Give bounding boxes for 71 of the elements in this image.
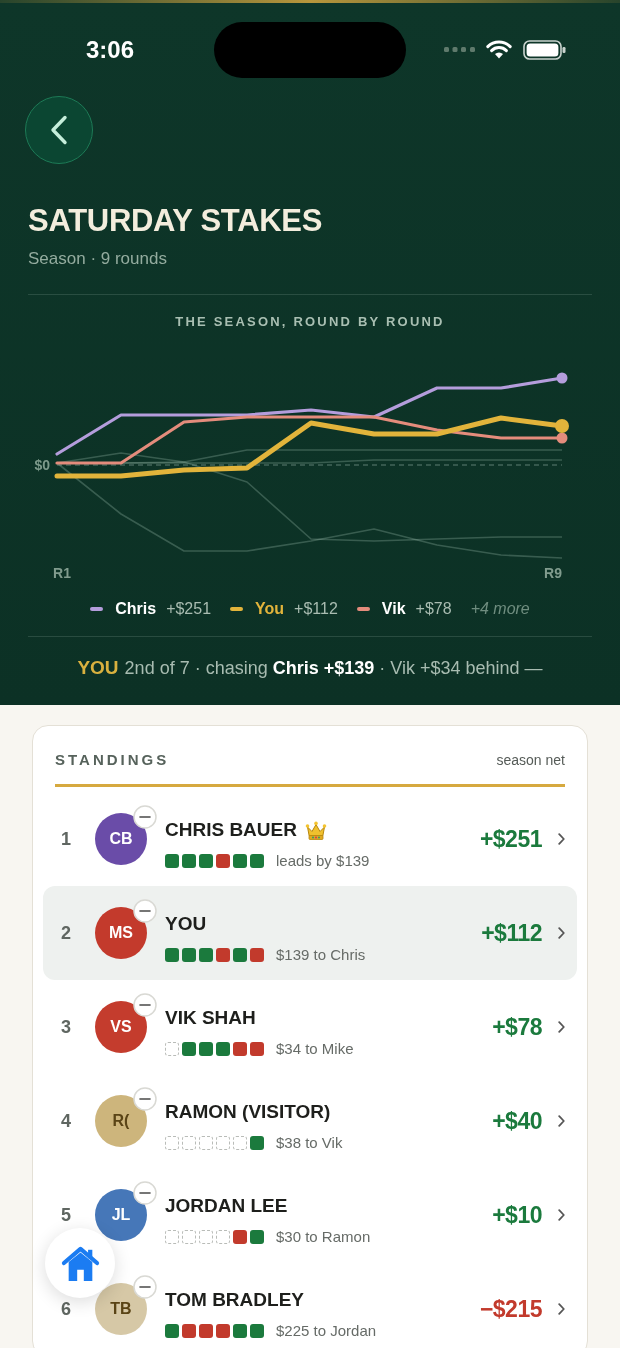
wifi-icon [486, 40, 512, 59]
round-label: R9 [544, 565, 562, 581]
minus-icon[interactable] [133, 1181, 157, 1205]
standings-row[interactable]: 2 MS YOU $139 to Chris +$112 [43, 886, 577, 980]
chart-title: THE SEASON, ROUND BY ROUND [175, 313, 445, 331]
zero-label: $0 [34, 457, 50, 473]
page-subtitle: Season · 9 rounds [28, 248, 167, 270]
minus-icon[interactable] [133, 1087, 157, 1111]
player-name: JORDAN LEE [165, 1194, 288, 1218]
avatar-initials: R( [112, 1112, 130, 1130]
net-amount: +$78 [492, 1013, 542, 1041]
player-note: $139 to Chris [276, 946, 366, 964]
summary-tag: YOU [77, 656, 119, 680]
chevron-right-icon [558, 927, 565, 939]
chevron-right-icon [558, 1021, 565, 1033]
status-time: 3:06 [86, 35, 135, 64]
avatar-initials: MS [109, 924, 133, 942]
net-amount: −$215 [479, 1295, 542, 1323]
legend-more: +4 more [470, 599, 530, 619]
rank-number: 6 [60, 1298, 72, 1320]
chevron-right-icon [558, 1303, 565, 1315]
standings-row[interactable]: 3 VS VIK SHAH $34 to Mike +$78 [43, 980, 577, 1074]
standings-row[interactable]: 4 R( RAMON (VISITOR) $38 to Vik +$40 [43, 1074, 577, 1168]
rank-number: 2 [60, 922, 72, 944]
avatar-initials: TB [110, 1300, 132, 1318]
avatar-initials: VS [110, 1018, 132, 1036]
standings-row[interactable]: 5 JL JORDAN LEE $30 to Ramon +$10 [43, 1168, 577, 1262]
player-note: leads by $139 [276, 852, 370, 870]
player-note: $225 to Jordan [276, 1322, 377, 1340]
minus-icon[interactable] [133, 1275, 157, 1299]
net-amount: +$10 [492, 1201, 542, 1229]
legend-value: +$251 [166, 599, 212, 619]
chevron-right-icon [558, 833, 565, 845]
net-amount: +$40 [492, 1107, 542, 1135]
signal-icon [444, 47, 475, 52]
page-title: SATURDAY STAKES [28, 202, 323, 240]
net-amount: +$251 [479, 825, 542, 853]
minus-icon[interactable] [133, 899, 157, 923]
minus-icon[interactable] [133, 805, 157, 829]
legend-value: +$78 [415, 599, 452, 619]
chevron-left-icon [50, 115, 68, 145]
rank-number: 1 [60, 828, 72, 850]
rank-number: 5 [60, 1204, 72, 1226]
standings-title: STANDINGS [55, 750, 170, 770]
net-amount: +$112 [481, 919, 542, 947]
rank-number: 4 [60, 1110, 72, 1132]
legend-name: Vik [381, 599, 406, 619]
chevron-right-icon [558, 1115, 565, 1127]
home-icon [60, 1245, 100, 1281]
player-name: CHRIS BAUER [165, 818, 297, 842]
player-name: TOM BRADLEY [165, 1288, 304, 1312]
player-name: RAMON (VISITOR) [165, 1100, 331, 1124]
player-note: $30 to Ramon [276, 1228, 371, 1246]
standings-row[interactable]: 6 TB TOM BRADLEY $225 to Jordan −$215 [43, 1262, 577, 1348]
legend-name: You [255, 599, 285, 619]
player-name: VIK SHAH [165, 1006, 256, 1030]
summary-text: 2nd of 7 · chasing Chris +$139 · Vik +$34 behind — [124, 657, 543, 680]
player-note: $34 to Mike [276, 1040, 354, 1058]
player-name: YOU [165, 912, 207, 936]
legend-name: Chris [115, 599, 157, 619]
minus-icon[interactable] [133, 993, 157, 1017]
rank-number: 3 [60, 1016, 72, 1038]
avatar-initials: CB [109, 830, 133, 848]
round-label: R1 [53, 565, 71, 581]
legend-value: +$112 [294, 599, 338, 619]
standings-row[interactable]: 1 CB CHRIS BAUER leads by $139 +$251 [43, 792, 577, 886]
player-note: $38 to Vik [276, 1134, 343, 1152]
avatar-initials: JL [111, 1206, 131, 1224]
chevron-right-icon [558, 1209, 565, 1221]
battery-icon [523, 39, 566, 60]
column-label: season net [496, 751, 565, 770]
